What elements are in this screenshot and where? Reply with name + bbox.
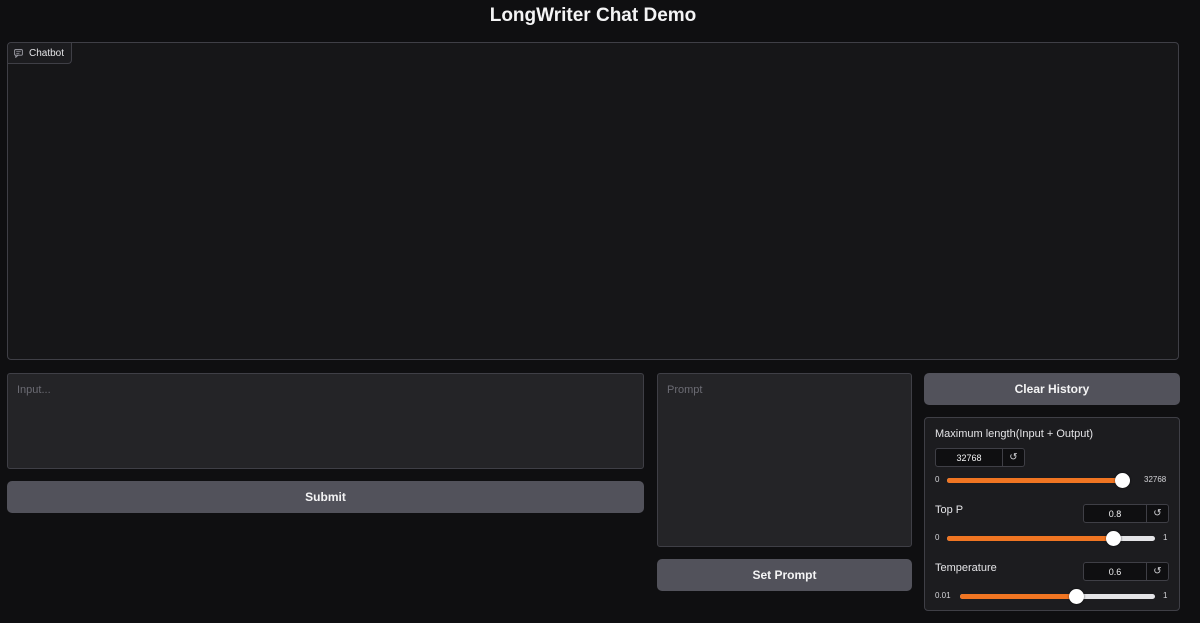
top-p-label: Top P bbox=[935, 504, 964, 516]
temperature-slider[interactable] bbox=[960, 589, 1155, 604]
submit-button[interactable]: Submit bbox=[7, 481, 644, 513]
temperature-slider-thumb[interactable] bbox=[1068, 589, 1084, 604]
settings-panel: Maximum length(Input + Output) 32768 ↺ 0… bbox=[924, 417, 1180, 611]
max-length-slider-fill bbox=[947, 478, 1123, 483]
temperature-reset-icon[interactable]: ↺ bbox=[1147, 562, 1169, 581]
input-textarea[interactable]: Input... bbox=[7, 373, 644, 469]
top-p-min: 0 bbox=[935, 533, 940, 542]
max-length-min: 0 bbox=[935, 475, 940, 484]
max-length-max: 32768 bbox=[1144, 475, 1167, 484]
temperature-max: 1 bbox=[1163, 591, 1168, 600]
page-title: LongWriter Chat Demo bbox=[489, 5, 697, 26]
top-p-input[interactable]: 0.8 bbox=[1083, 504, 1147, 523]
chatbot-label: Chatbot bbox=[8, 43, 73, 64]
clear-history-button[interactable]: Clear History bbox=[924, 373, 1180, 405]
temperature-input[interactable]: 0.6 bbox=[1083, 562, 1147, 581]
input-placeholder: Input... bbox=[17, 384, 51, 396]
top-p-slider-fill bbox=[947, 536, 1114, 541]
set-prompt-button[interactable]: Set Prompt bbox=[657, 559, 912, 591]
chatbot-panel: Chatbot bbox=[7, 42, 1179, 360]
max-length-input[interactable]: 32768 bbox=[935, 448, 1003, 467]
top-p-slider[interactable] bbox=[947, 531, 1155, 546]
temperature-min: 0.01 bbox=[935, 591, 951, 600]
temperature-slider-fill bbox=[960, 594, 1077, 599]
max-length-reset-icon[interactable]: ↺ bbox=[1003, 448, 1025, 467]
top-p-slider-thumb[interactable] bbox=[1105, 531, 1121, 546]
temperature-label: Temperature bbox=[935, 562, 997, 574]
max-length-slider-thumb[interactable] bbox=[1115, 473, 1130, 488]
prompt-placeholder: Prompt bbox=[667, 384, 703, 396]
max-length-slider[interactable] bbox=[947, 473, 1130, 488]
chatbot-label-text: Chatbot bbox=[29, 47, 65, 59]
prompt-textarea[interactable]: Prompt bbox=[657, 373, 912, 547]
max-length-label: Maximum length(Input + Output) bbox=[935, 428, 1094, 440]
chat-bubble-icon bbox=[14, 48, 23, 58]
top-p-reset-icon[interactable]: ↺ bbox=[1147, 504, 1169, 523]
top-p-max: 1 bbox=[1163, 533, 1168, 542]
